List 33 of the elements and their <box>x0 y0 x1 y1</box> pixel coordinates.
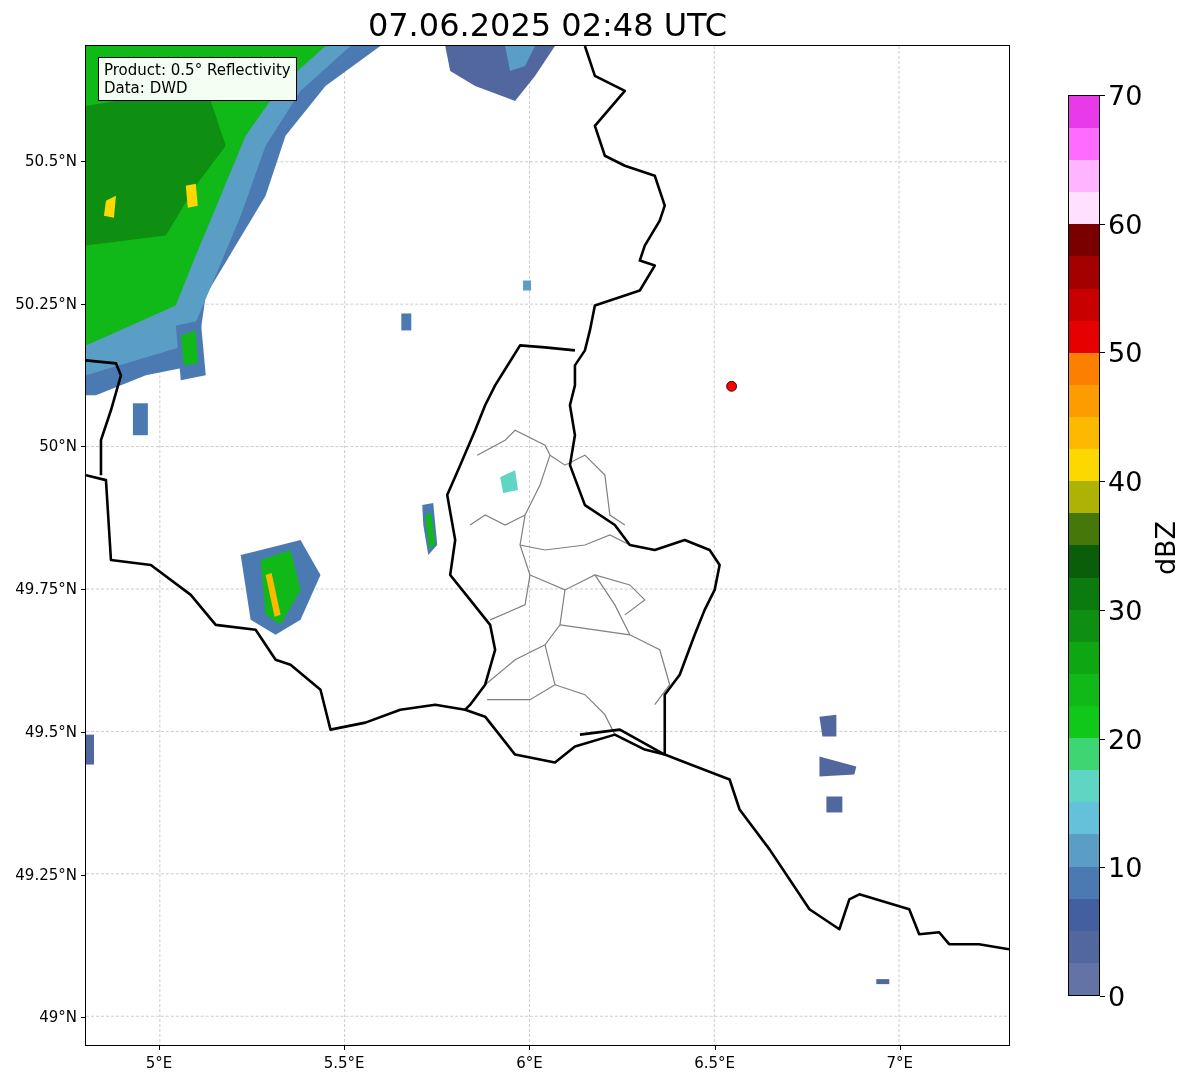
radar-echo <box>876 979 890 985</box>
colorbar-tick-label: 40 <box>1108 467 1143 495</box>
colorbar-tick-label: 20 <box>1108 725 1143 753</box>
longitude-label: 6°E <box>516 1054 543 1072</box>
colorbar-tick-label: 0 <box>1108 982 1126 1010</box>
colorbar-tick-label: 10 <box>1108 853 1143 881</box>
longitude-label: 5.5°E <box>323 1054 365 1072</box>
colorbar-tick-label: 60 <box>1108 210 1143 238</box>
colorbar-label: dBZ <box>1149 520 1181 576</box>
latitude-label: 50.25°N <box>15 294 77 313</box>
colorbar-tick-label: 70 <box>1108 81 1143 109</box>
longitude-label: 6.5°E <box>694 1054 735 1072</box>
radar-echo <box>86 734 94 765</box>
radar-echo <box>401 313 412 331</box>
radar-echo <box>132 403 148 436</box>
info-box: Product: 0.5° Reflectivity Data: DWD <box>98 57 297 101</box>
radar-echo <box>819 714 837 737</box>
longitude-label: 5°E <box>145 1054 173 1072</box>
radar-echo <box>523 280 532 291</box>
latitude-label: 49.5°N <box>24 722 77 741</box>
colorbar-tick-label: 30 <box>1108 596 1143 624</box>
latitude-label: 50°N <box>39 437 77 456</box>
radar-echo <box>826 796 843 813</box>
location-marker <box>726 380 737 392</box>
latitude-label: 49.25°N <box>15 865 77 884</box>
radar-echo <box>500 470 519 494</box>
chart-title: 07.06.2025 02:48 UTC <box>366 7 729 45</box>
radar-echo <box>819 756 857 777</box>
longitude-label: 7°E <box>886 1054 914 1072</box>
colorbar-tick-label: 50 <box>1108 338 1143 366</box>
latitude-label: 49°N <box>39 1008 77 1027</box>
latitude-label: 49.75°N <box>15 580 77 599</box>
latitude-label: 50.5°N <box>24 152 77 170</box>
